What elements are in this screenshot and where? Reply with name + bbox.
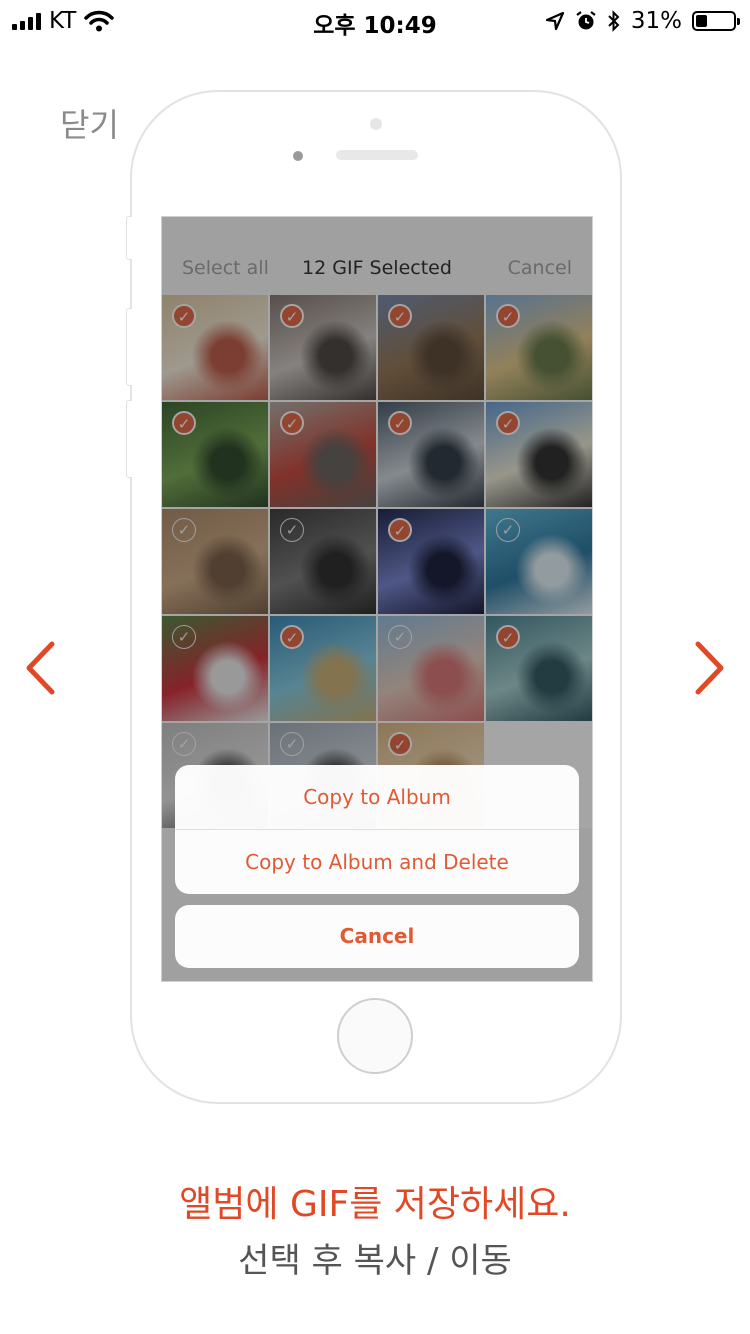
previous-arrow-icon[interactable] bbox=[20, 638, 60, 698]
bluetooth-icon bbox=[608, 10, 620, 32]
phone-volume-down bbox=[126, 400, 132, 478]
action-sheet: Copy to Album Copy to Album and Delete bbox=[175, 765, 579, 894]
action-sheet-cancel: Cancel bbox=[175, 905, 579, 968]
caption-subtitle: 선택 후 복사 / 이동 bbox=[238, 1241, 512, 1281]
battery-icon bbox=[692, 11, 740, 31]
phone-sensor bbox=[370, 118, 382, 130]
phone-home-button bbox=[337, 998, 413, 1074]
location-arrow-icon bbox=[545, 11, 564, 31]
next-arrow-icon[interactable] bbox=[690, 638, 730, 698]
cancel-button[interactable]: Cancel bbox=[175, 905, 579, 968]
battery-percent: 31% bbox=[630, 8, 682, 34]
copy-to-album-and-delete-button[interactable]: Copy to Album and Delete bbox=[175, 829, 579, 894]
phone-speaker bbox=[336, 150, 418, 160]
phone-mute-switch bbox=[126, 216, 132, 260]
alarm-clock-icon bbox=[576, 11, 596, 30]
phone-screen: Select all 12 GIF Selected Cancel ✓ ✓ ✓ ✓ ✓ ✓… bbox=[161, 216, 593, 982]
copy-to-album-button[interactable]: Copy to Album bbox=[175, 765, 579, 829]
phone-camera bbox=[293, 151, 303, 161]
caption-title: 앨범에 GIF를 저장하세요. bbox=[179, 1184, 571, 1225]
status-right: 31% bbox=[545, 6, 740, 36]
phone-volume-up bbox=[126, 308, 132, 386]
status-bar: KT 오후 10:49 31% bbox=[0, 0, 750, 40]
close-button[interactable]: 닫기 bbox=[60, 100, 119, 146]
